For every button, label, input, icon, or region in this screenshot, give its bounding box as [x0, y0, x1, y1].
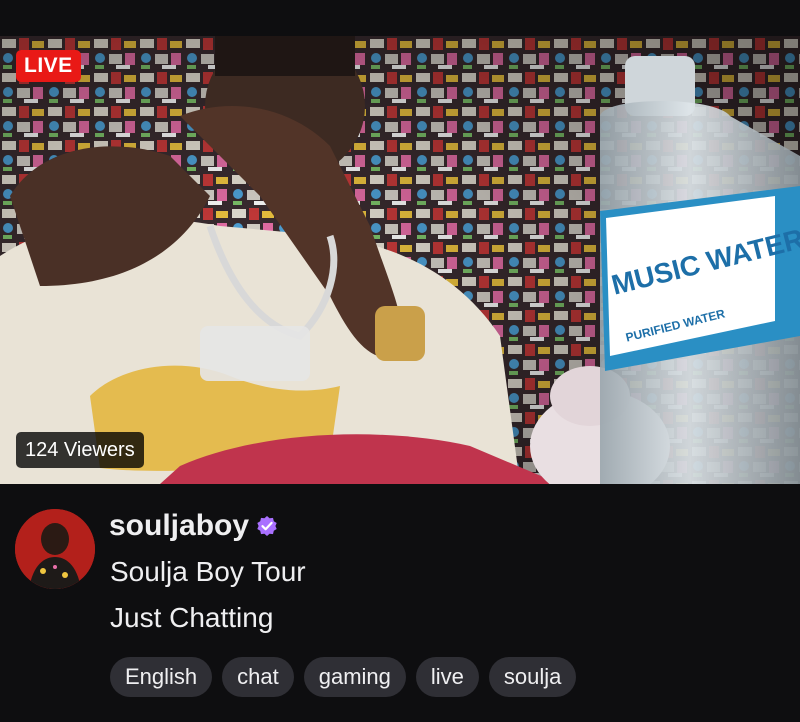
- stream-info: souljaboy Soulja Boy Tour Just Chatting …: [0, 484, 800, 722]
- category-link[interactable]: Just Chatting: [110, 602, 273, 634]
- tag-chat[interactable]: chat: [222, 657, 294, 697]
- channel-row: souljaboy: [109, 506, 278, 546]
- tag-live[interactable]: live: [415, 657, 479, 697]
- channel-name[interactable]: souljaboy: [109, 509, 249, 543]
- video-player[interactable]: MUSIC WATER PURIFIED WATER LIVE 124 View…: [0, 36, 800, 484]
- tag-gaming[interactable]: gaming: [303, 657, 406, 697]
- tag-list: English chat gaming live soulja: [110, 657, 577, 697]
- live-badge: LIVE: [16, 50, 81, 82]
- avatar[interactable]: [15, 509, 95, 589]
- verified-icon: [256, 515, 278, 537]
- avatar-image: [15, 509, 95, 589]
- stream-page: MUSIC WATER PURIFIED WATER LIVE 124 View…: [0, 0, 800, 722]
- tag-english[interactable]: English: [110, 657, 213, 697]
- stream-title: Soulja Boy Tour: [110, 556, 306, 587]
- viewer-count: 124 Viewers: [16, 432, 144, 468]
- tag-soulja[interactable]: soulja: [488, 657, 577, 697]
- top-bar: [0, 0, 800, 36]
- video-frame: MUSIC WATER PURIFIED WATER: [0, 36, 800, 484]
